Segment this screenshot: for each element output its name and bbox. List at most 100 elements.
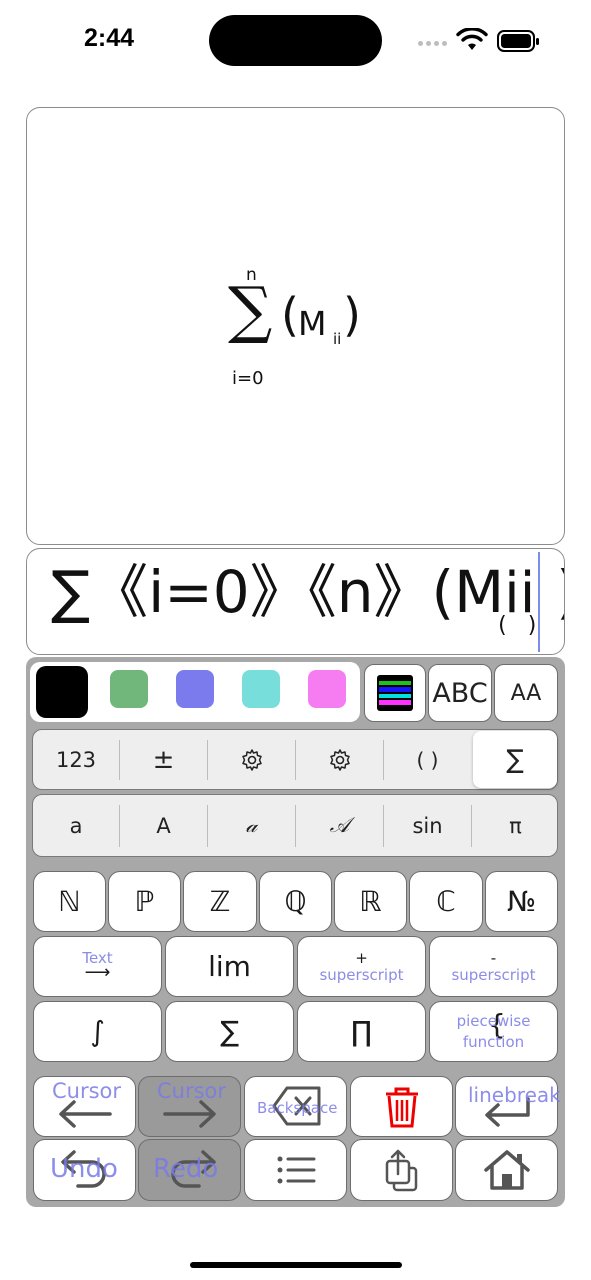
formula-source-field[interactable]: ∑《i=0》《n》(Mii( )) [26, 548, 565, 655]
arrow-right-icon [162, 1099, 216, 1128]
open-paren: ( [281, 288, 299, 342]
key-sum[interactable]: ∑ [165, 1001, 294, 1062]
tab-sums-label: ∑ [506, 744, 524, 775]
piecewise-label-bottom: function [462, 1032, 525, 1051]
key-rationals[interactable]: ℚ [259, 871, 332, 932]
home-indicator [190, 1262, 402, 1268]
style-lowercase[interactable]: a [33, 795, 119, 856]
tab-settings-2[interactable] [296, 730, 383, 789]
key-lim-label: lim [208, 950, 251, 983]
key-sum-label: ∑ [220, 1015, 239, 1048]
tab-sums[interactable]: ∑ [473, 731, 557, 788]
share-button[interactable] [350, 1139, 453, 1201]
font-size-label: AA [510, 680, 542, 706]
color-swatch-green[interactable] [110, 670, 148, 708]
source-text-end: ) [556, 558, 564, 626]
font-size-button[interactable]: AA [494, 664, 558, 722]
abc-button[interactable]: ABC [428, 664, 492, 722]
key-integral-label: ∫ [90, 1015, 105, 1048]
text-cursor [538, 552, 540, 652]
home-icon [483, 1150, 530, 1190]
key-rationals-label: ℚ [284, 885, 307, 918]
gear-icon [329, 748, 350, 771]
key-superscript-plus[interactable]: + superscript [297, 936, 426, 997]
key-product[interactable]: ∏ [297, 1001, 426, 1062]
home-button[interactable] [455, 1139, 558, 1201]
key-naturals-label: ℕ [58, 885, 81, 918]
key-reals[interactable]: ℝ [334, 871, 407, 932]
key-piecewise[interactable]: { piecewise function [429, 1001, 558, 1062]
superscript-plus-sign: + [355, 949, 368, 967]
status-time: 2:44 [84, 24, 135, 52]
color-swatch-black[interactable] [36, 666, 88, 718]
style-script-upper[interactable]: 𝒜 [296, 795, 383, 856]
status-bar: 2:44 [0, 0, 591, 84]
color-swatch-pink[interactable] [308, 670, 346, 708]
style-uppercase[interactable]: A [120, 795, 207, 856]
style-script-lower[interactable]: 𝒶 [208, 795, 295, 856]
key-complex-label: ℂ [436, 885, 456, 918]
tab-operators[interactable]: ± [120, 730, 207, 789]
dynamic-island [209, 15, 382, 66]
key-lim[interactable]: lim [165, 936, 294, 997]
source-text-main: ∑《i=0》《n》(M [51, 558, 505, 626]
list-button[interactable] [244, 1139, 347, 1201]
category-tabs: 123 ± ( ) ∑ [32, 729, 558, 790]
cursor-right-button[interactable]: Cursor [138, 1076, 241, 1137]
style-tabs: a A 𝒶 𝒜 sin π [32, 794, 558, 857]
cursor-right-label: Cursor [157, 1079, 227, 1103]
piecewise-label-top: piecewise [456, 1012, 531, 1030]
key-product-label: ∏ [350, 1015, 373, 1048]
key-text[interactable]: Text ⟶ [33, 936, 162, 997]
color-row: ABC AA [30, 662, 562, 722]
tab-numbers-label: 123 [55, 747, 97, 772]
gear-icon [241, 748, 262, 771]
delete-button[interactable] [350, 1076, 453, 1137]
formula-body: M [298, 304, 327, 343]
sum-lower-limit: i=0 [232, 368, 264, 389]
key-integers[interactable]: ℤ [183, 871, 257, 932]
color-swatches [30, 662, 360, 722]
formula-subscript: ii [333, 330, 342, 348]
style-lowercase-label: a [69, 813, 83, 838]
key-integers-label: ℤ [209, 885, 231, 918]
tab-numbers[interactable]: 123 [33, 730, 119, 789]
tab-operators-label: ± [152, 744, 175, 775]
style-uppercase-label: A [156, 813, 171, 838]
superscript-minus-label: superscript [451, 965, 536, 984]
undo-button[interactable]: Undo [33, 1139, 136, 1201]
color-palette-button[interactable] [364, 664, 426, 722]
style-greek[interactable]: π [472, 795, 559, 856]
undo-label: Undo [50, 1154, 118, 1184]
source-sub-parens: ( ) [498, 613, 537, 638]
key-numero[interactable]: № [485, 871, 558, 932]
style-greek-label: π [509, 813, 522, 838]
color-swatch-cyan[interactable] [242, 670, 280, 708]
key-text-arrow: ⟶ [84, 961, 111, 983]
close-paren: ) [343, 288, 361, 342]
tab-settings-1[interactable] [208, 730, 295, 789]
key-naturals[interactable]: ℕ [33, 871, 106, 932]
key-primes[interactable]: ℙ [108, 871, 181, 932]
abc-label: ABC [432, 677, 488, 709]
superscript-minus-sign: - [490, 949, 497, 967]
share-icon [385, 1149, 417, 1192]
list-icon [277, 1156, 315, 1184]
tab-brackets[interactable]: ( ) [384, 730, 471, 789]
key-superscript-minus[interactable]: - superscript [429, 936, 558, 997]
redo-button[interactable]: Redo [138, 1139, 241, 1201]
key-integral[interactable]: ∫ [33, 1001, 162, 1062]
linebreak-button[interactable]: linebreak [455, 1076, 561, 1137]
backspace-button[interactable]: Backspace [244, 1076, 347, 1137]
battery-icon [497, 30, 539, 52]
math-keyboard: ABC AA 123 ± ( ) ∑ a A 𝒶 𝒜 sin π ℕ ℙ ℤ ℚ [26, 657, 565, 1207]
style-script-upper-label: 𝒜 [329, 813, 350, 837]
palette-icon [377, 675, 413, 711]
style-script-lower-label: 𝒶 [245, 813, 258, 837]
color-swatch-blue[interactable] [176, 670, 214, 708]
style-functions-label: sin [412, 813, 443, 838]
key-complex[interactable]: ℂ [409, 871, 483, 932]
key-primes-label: ℙ [134, 885, 155, 918]
cursor-left-button[interactable]: Cursor [33, 1076, 136, 1137]
style-functions[interactable]: sin [384, 795, 471, 856]
